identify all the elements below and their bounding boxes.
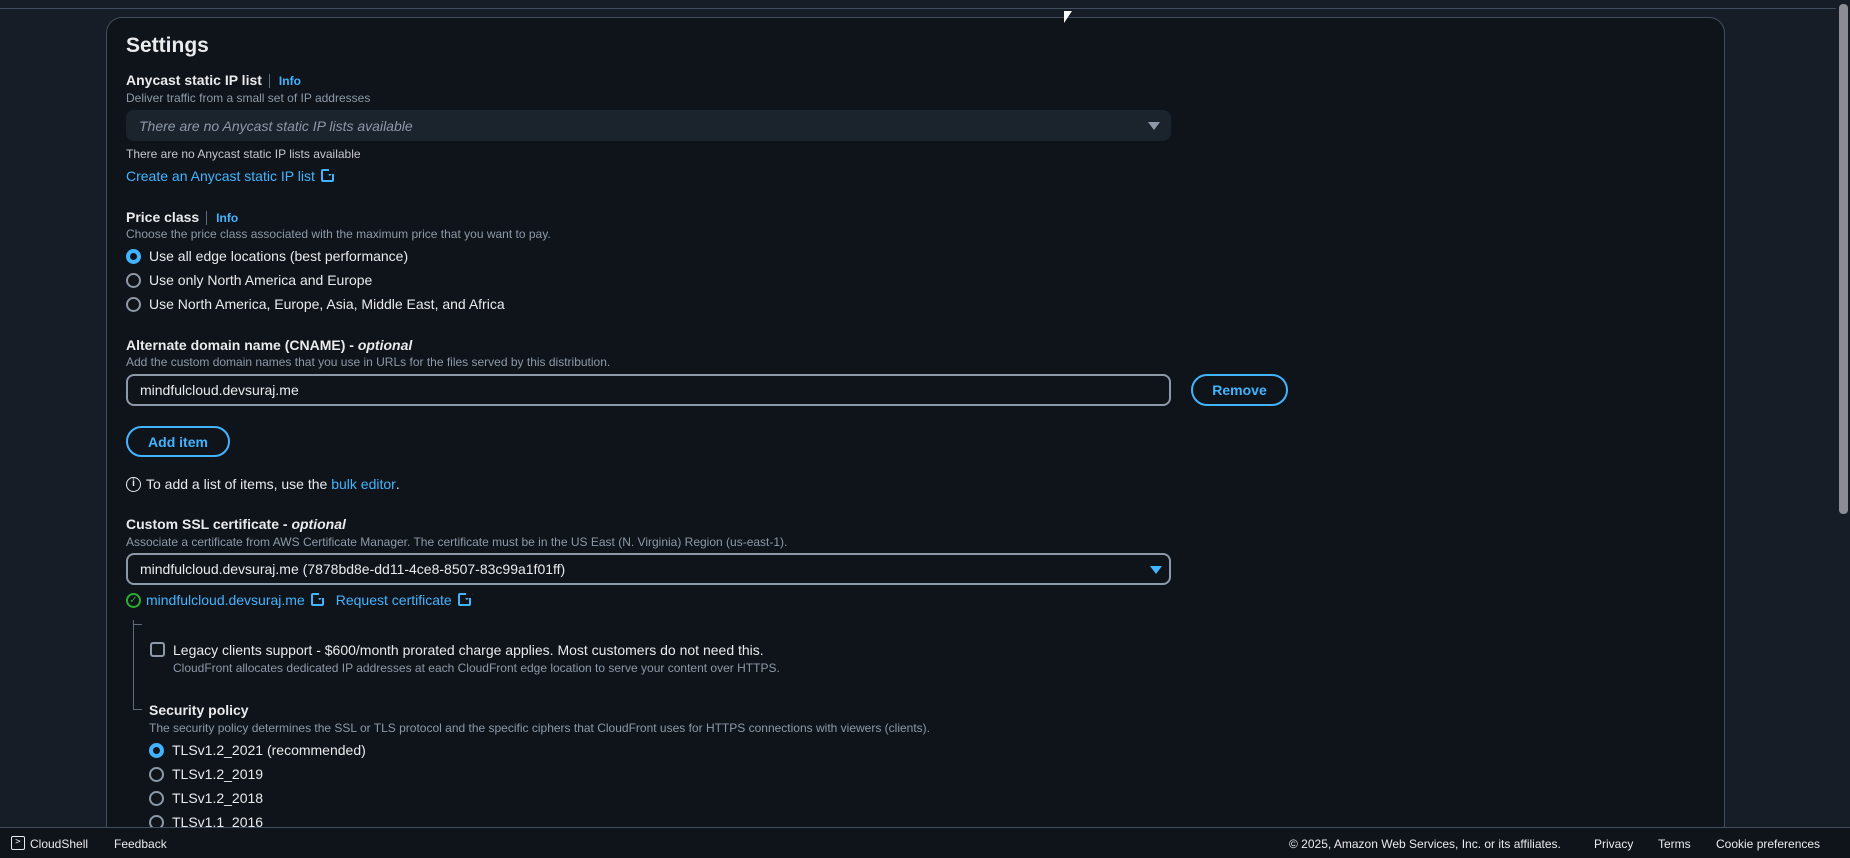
terms-link[interactable]: Terms [1658, 837, 1691, 851]
tls-option-2021[interactable]: TLSv1.2_2021 (recommended) [149, 742, 366, 758]
hint-suffix: . [395, 476, 400, 492]
anycast-info-link[interactable]: Info [268, 74, 301, 88]
legacy-clients-checkbox[interactable] [150, 642, 165, 657]
add-item-button[interactable]: Add item [126, 426, 230, 457]
tls-option-label: TLSv1.2_2019 [172, 766, 264, 782]
price-option-na-eu[interactable]: Use only North America and Europe [126, 272, 372, 288]
tls-option-2018[interactable]: TLSv1.2_2018 [149, 790, 263, 806]
price-class-description: Choose the price class associated with t… [126, 227, 551, 241]
create-anycast-link-text: Create an Anycast static IP list [126, 168, 315, 184]
price-option-na-eu-asia[interactable]: Use North America, Europe, Asia, Middle … [126, 296, 505, 312]
radio-icon[interactable] [126, 296, 141, 312]
external-link-icon [310, 592, 325, 606]
certificate-link[interactable]: mindfulcloud.devsuraj.me [146, 592, 325, 608]
anycast-constraint: There are no Anycast static IP lists ava… [126, 147, 361, 161]
tls-option-2019[interactable]: TLSv1.2_2019 [149, 766, 263, 782]
external-link-icon [457, 592, 472, 606]
radio-selected-icon[interactable] [149, 742, 164, 758]
price-option-label: Use only North America and Europe [149, 272, 373, 288]
anycast-description: Deliver traffic from a small set of IP a… [126, 91, 371, 105]
tree-line [133, 624, 142, 625]
ssl-description: Associate a certificate from AWS Certifi… [126, 535, 788, 549]
request-certificate-link-text: Request certificate [335, 592, 452, 608]
anycast-label-text: Anycast static IP list [126, 72, 262, 88]
cname-description: Add the custom domain names that you use… [126, 355, 611, 369]
tls-option-label: TLSv1.2_2021 (recommended) [172, 742, 366, 758]
certificate-link-text: mindfulcloud.devsuraj.me [146, 592, 305, 608]
check-circle-icon: ✓ [126, 592, 141, 608]
request-certificate-link[interactable]: Request certificate [335, 592, 472, 608]
ssl-selected-value: mindfulcloud.devsuraj.me (7878bd8e-dd11-… [140, 561, 566, 577]
cname-optional: optional [357, 337, 413, 353]
page-scrollbar[interactable] [1836, 0, 1850, 827]
price-class-label-text: Price class [126, 209, 200, 225]
price-option-all[interactable]: Use all edge locations (best performance… [126, 248, 408, 264]
terminal-icon[interactable]: > [11, 836, 25, 850]
price-option-label: Use all edge locations (best performance… [149, 248, 409, 264]
ssl-certificate-select[interactable]: mindfulcloud.devsuraj.me (7878bd8e-dd11-… [126, 553, 1171, 585]
info-circle-icon: i [126, 476, 141, 492]
price-option-label: Use North America, Europe, Asia, Middle … [149, 296, 505, 312]
radio-selected-icon[interactable] [126, 248, 141, 264]
ssl-optional: optional [291, 516, 346, 532]
anycast-placeholder: There are no Anycast static IP lists ava… [139, 118, 413, 134]
caret-down-icon[interactable] [1150, 566, 1162, 574]
security-policy-description: The security policy determines the SSL o… [149, 721, 931, 735]
radio-icon[interactable] [149, 766, 164, 782]
certificate-links: ✓ mindfulcloud.devsuraj.me Request certi… [126, 592, 472, 608]
bulk-editor-link[interactable]: bulk editor [331, 476, 396, 492]
page-title: Settings [126, 34, 209, 57]
cloudshell-link[interactable]: CloudShell [30, 837, 88, 851]
radio-icon[interactable] [126, 272, 141, 288]
mouse-cursor [1064, 11, 1072, 23]
legacy-clients-description: CloudFront allocates dedicated IP addres… [173, 661, 780, 675]
remove-button[interactable]: Remove [1191, 374, 1288, 406]
price-class-label: Price class Info [126, 209, 239, 225]
create-anycast-link[interactable]: Create an Anycast static IP list [126, 168, 335, 184]
tree-line [133, 709, 142, 710]
cookie-preferences-link[interactable]: Cookie preferences [1716, 837, 1820, 851]
console-footer: > CloudShell Feedback © 2025, Amazon Web… [0, 827, 1850, 858]
tls-option-label: TLSv1.2_2018 [172, 790, 264, 806]
ssl-label-text: Custom SSL certificate - [126, 516, 292, 532]
cname-label: Alternate domain name (CNAME) - optional [126, 337, 412, 353]
bulk-editor-hint: i To add a list of items, use the bulk e… [126, 476, 400, 492]
top-bar [0, 0, 1836, 9]
external-link-icon [320, 168, 335, 182]
copyright-text: © 2025, Amazon Web Services, Inc. or its… [1289, 837, 1561, 851]
caret-down-icon [1148, 122, 1160, 130]
price-class-info-link[interactable]: Info [206, 211, 239, 225]
anycast-label: Anycast static IP list Info [126, 72, 301, 88]
anycast-select: There are no Anycast static IP lists ava… [126, 110, 1171, 141]
security-policy-label: Security policy [149, 702, 249, 718]
cname-input[interactable]: mindfulcloud.devsuraj.me [126, 374, 1171, 406]
radio-icon[interactable] [149, 790, 164, 806]
cname-label-text: Alternate domain name (CNAME) - [126, 337, 358, 353]
tree-line [133, 620, 134, 710]
scrollbar-thumb[interactable] [1839, 4, 1848, 514]
privacy-link[interactable]: Privacy [1594, 837, 1633, 851]
legacy-clients-label: Legacy clients support - $600/month pror… [173, 642, 764, 658]
ssl-label: Custom SSL certificate - optional [126, 516, 346, 532]
feedback-link[interactable]: Feedback [114, 837, 167, 851]
hint-prefix: To add a list of items, use the [146, 476, 328, 492]
